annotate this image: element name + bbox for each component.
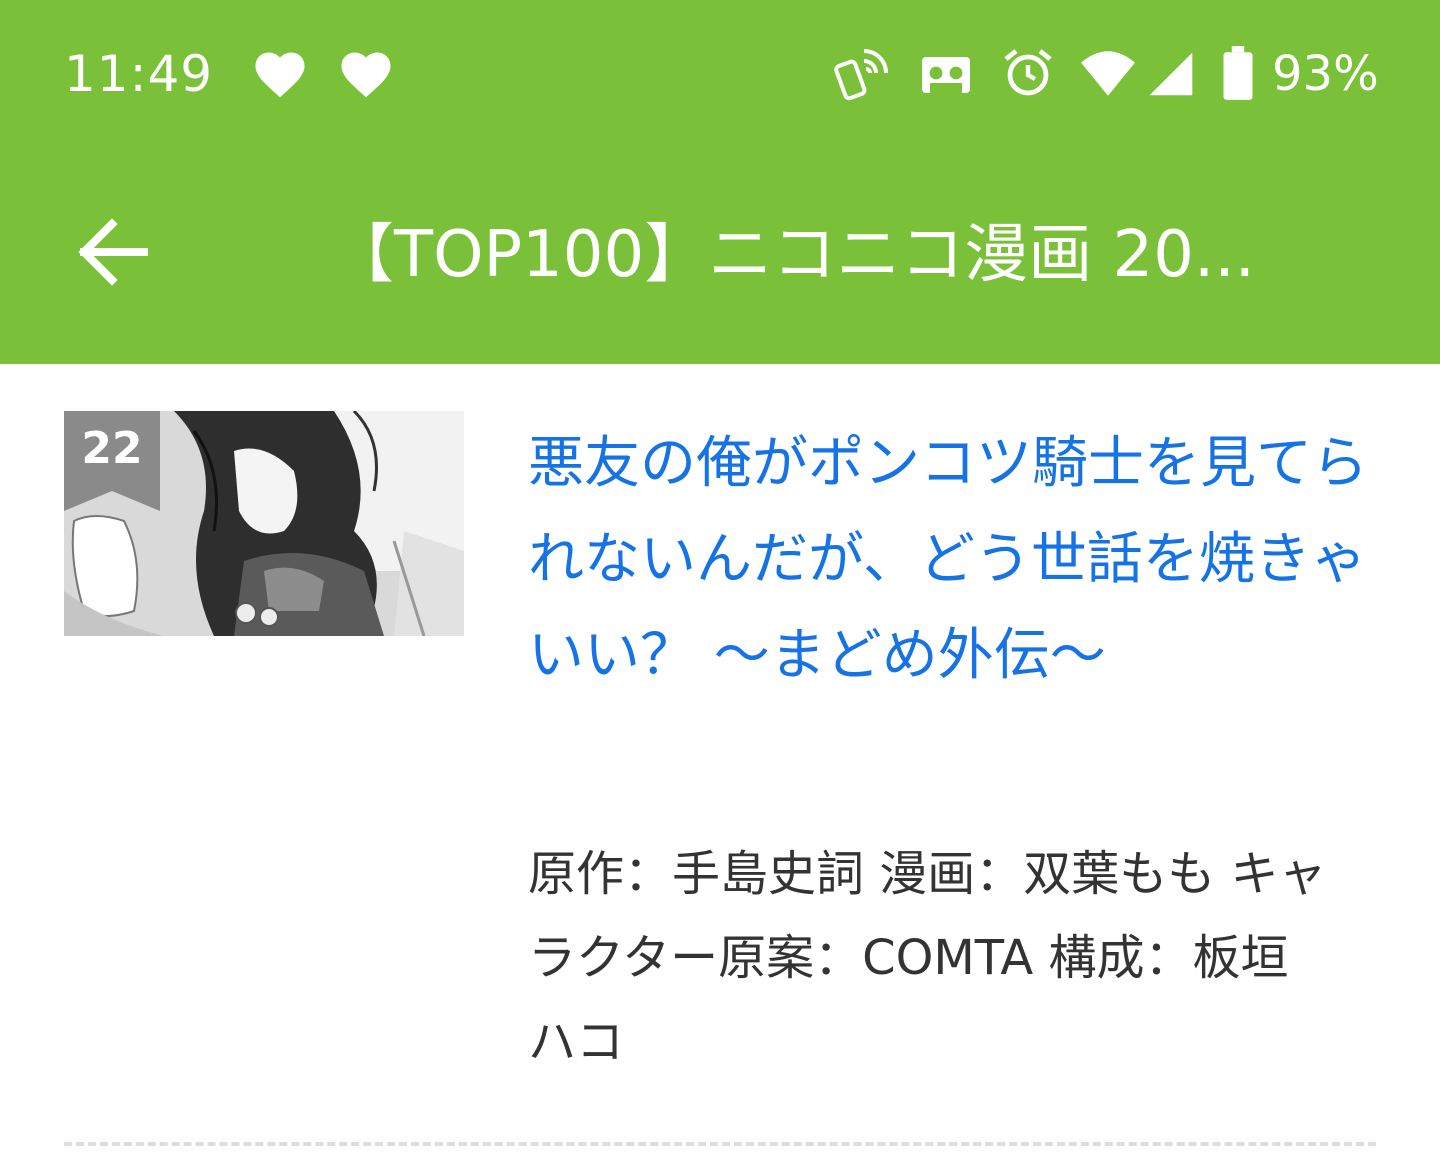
page-title: 【TOP100】ニコニコ漫画 20... [330, 218, 1256, 292]
app-bar: 【TOP100】ニコニコ漫画 20... [0, 150, 1440, 364]
heart-icon [341, 52, 391, 98]
ranking-list: 22 悪友の俺がポンコツ騎士を見てられないんだが、どう世話を焼きゃいい？ ～まど… [0, 364, 1440, 1164]
nfc-phone-icon [834, 49, 888, 101]
status-bar: 11:49 93% [0, 0, 1440, 150]
back-button[interactable] [60, 202, 170, 302]
manga-credits: 原作：手島史詞 漫画：双葉もも キャラクター原案：COMTA 構成：板垣ハコ [528, 846, 1327, 1070]
battery-icon [1223, 46, 1253, 100]
voicemail-icon [922, 57, 970, 93]
list-divider [64, 1142, 1376, 1146]
alarm-icon [1004, 49, 1052, 96]
battery-percent: 93% [1272, 46, 1379, 102]
manga-title-link[interactable]: 悪友の俺がポンコツ騎士を見てられないんだが、どう世話を焼きゃいい？ ～まどめ外伝… [528, 416, 1388, 704]
heart-icon [255, 52, 305, 98]
cell-signal-icon [1149, 52, 1193, 96]
manga-thumbnail[interactable]: 22 [64, 411, 464, 636]
rank-number: 22 [81, 423, 143, 474]
status-time: 11:49 [64, 45, 214, 103]
arrow-left-icon [78, 218, 148, 286]
wifi-icon [1081, 51, 1135, 96]
